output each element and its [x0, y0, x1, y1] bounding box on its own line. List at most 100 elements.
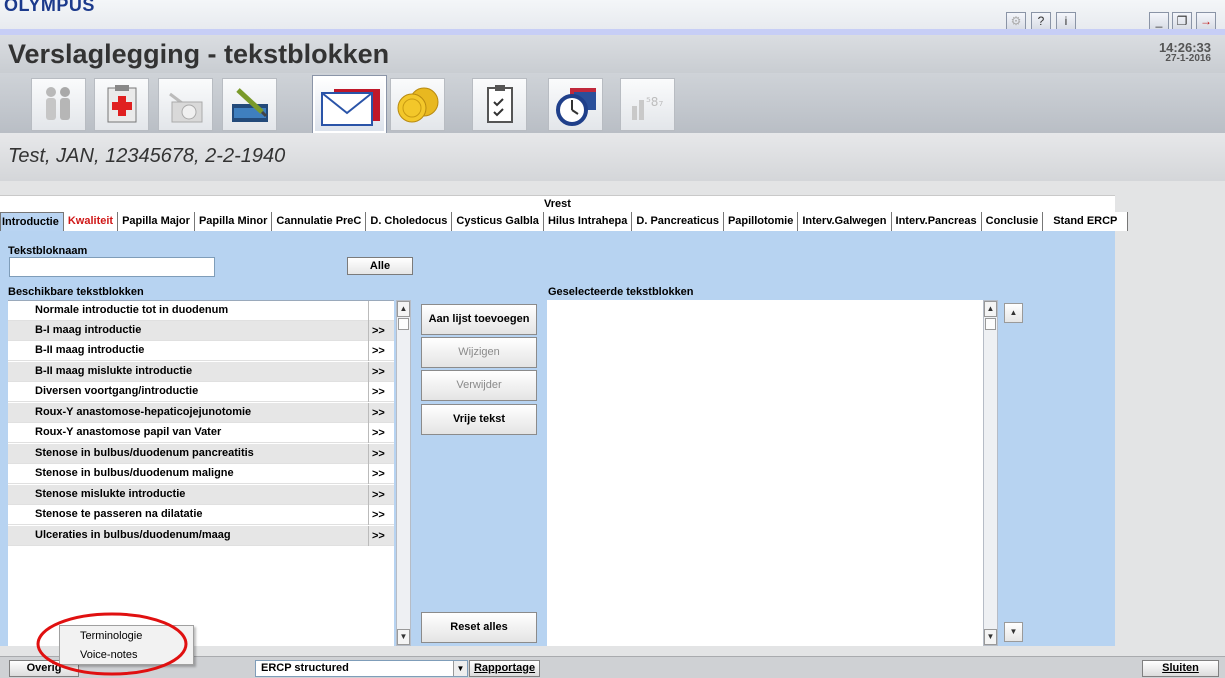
- tab-kwaliteit[interactable]: Kwaliteit: [63, 212, 119, 231]
- module-report[interactable]: [313, 76, 386, 133]
- module-patients[interactable]: [31, 78, 86, 131]
- tab-d-pancreaticus[interactable]: D. Pancreaticus: [632, 212, 724, 231]
- expand-arrow[interactable]: >>: [368, 505, 394, 525]
- list-item-label: Ulceraties in bulbus/duodenum/maag: [35, 529, 231, 541]
- tab-hilus-intrahepa[interactable]: Hilus Intrahepa: [543, 212, 633, 231]
- tab-conclusie[interactable]: Conclusie: [981, 212, 1044, 231]
- list-item-label: Normale introductie tot in duodenum: [35, 304, 229, 316]
- report-type-value: ERCP structured: [261, 662, 349, 674]
- report-type-select[interactable]: ERCP structured ▼: [255, 660, 468, 677]
- name-input[interactable]: [9, 257, 215, 277]
- list-item-label: Roux-Y anastomose papil van Vater: [35, 426, 222, 438]
- module-statistics[interactable]: ⁵8₇: [620, 78, 675, 131]
- tab-stand-ercp[interactable]: Stand ERCP: [1043, 212, 1129, 231]
- scroll-down-icon[interactable]: ▼: [984, 629, 997, 645]
- tab-cannulatie-prec[interactable]: Cannulatie PreC: [272, 212, 367, 231]
- coins-icon: [397, 87, 439, 123]
- chevron-down-icon[interactable]: ▼: [453, 661, 467, 676]
- menu-item-terminologie[interactable]: Terminologie: [80, 630, 142, 642]
- list-item-label: B-II maag mislukte introductie: [35, 365, 193, 377]
- expand-arrow[interactable]: >>: [368, 362, 394, 382]
- edit-button[interactable]: Wijzigen: [421, 337, 537, 368]
- scroll-thumb[interactable]: [985, 318, 996, 330]
- module-medical-record[interactable]: [94, 78, 149, 131]
- list-item[interactable]: B-II maag mislukte introductie >>: [8, 362, 394, 382]
- name-label: Tekstbloknaam: [8, 245, 88, 257]
- sluiten-button[interactable]: Sluiten: [1142, 660, 1219, 677]
- tab-cysticus-galbla[interactable]: Cysticus Galbla: [452, 212, 544, 231]
- checklist-icon: [487, 85, 513, 123]
- clock-date: 27-1-2016: [1165, 53, 1211, 64]
- tab-group-label: Vrest: [544, 198, 571, 210]
- tab-papilla-minor[interactable]: Papilla Minor: [194, 212, 273, 231]
- pen-image-icon: [232, 88, 268, 122]
- list-item[interactable]: Diversen voortgang/introductie >>: [8, 382, 394, 402]
- expand-arrow[interactable]: >>: [368, 403, 394, 423]
- selected-list[interactable]: [547, 300, 983, 646]
- selected-label: Geselecteerde tekstblokken: [548, 286, 694, 298]
- tab-d-choledocus[interactable]: D. Choledocus: [366, 212, 453, 231]
- tab-interv-pancreas[interactable]: Interv.Pancreas: [891, 212, 982, 231]
- add-to-list-button[interactable]: Aan lijst toevoegen: [421, 304, 537, 335]
- report-envelope-icon: [321, 89, 380, 126]
- list-item[interactable]: Stenose te passeren na dilatatie >>: [8, 505, 394, 525]
- list-item[interactable]: Stenose in bulbus/duodenum pancreatitis …: [8, 444, 394, 464]
- selected-scrollbar[interactable]: ▲ ▼: [983, 300, 998, 646]
- expand-arrow[interactable]: >>: [368, 526, 394, 546]
- list-item[interactable]: Roux-Y anastomose-hepaticojejunotomie >>: [8, 403, 394, 423]
- list-item-label: Stenose in bulbus/duodenum maligne: [35, 467, 234, 479]
- tab-introductie[interactable]: Introductie: [0, 212, 64, 232]
- list-item-label: Stenose in bulbus/duodenum pancreatitis: [35, 447, 254, 459]
- list-item-label: Stenose mislukte introductie: [35, 488, 186, 500]
- expand-arrow[interactable]: >>: [368, 423, 394, 443]
- module-archive[interactable]: [548, 78, 603, 131]
- list-item[interactable]: B-I maag introductie >>: [8, 321, 394, 341]
- scroll-thumb[interactable]: [398, 318, 409, 330]
- rapportage-button[interactable]: Rapportage: [469, 660, 540, 677]
- menu-item-voice-notes[interactable]: Voice-notes: [80, 649, 137, 661]
- move-down-button[interactable]: ▼: [1004, 622, 1023, 642]
- tab-papillotomie[interactable]: Papillotomie: [723, 212, 799, 231]
- module-checklist[interactable]: [472, 78, 527, 131]
- folder-clock-icon: [556, 88, 596, 126]
- list-item-label: Stenose te passeren na dilatatie: [35, 508, 203, 520]
- list-item[interactable]: B-II maag introductie >>: [8, 341, 394, 361]
- expand-arrow[interactable]: [368, 301, 394, 321]
- list-item-label: Diversen voortgang/introductie: [35, 385, 199, 397]
- expand-arrow[interactable]: >>: [368, 321, 394, 341]
- list-item[interactable]: Stenose in bulbus/duodenum maligne >>: [8, 464, 394, 484]
- text-blocks-panel: Tekstbloknaam Alle Beschikbare tekstblok…: [0, 231, 1115, 646]
- available-label: Beschikbare tekstblokken: [8, 286, 144, 298]
- list-item-label: Roux-Y anastomose-hepaticojejunotomie: [35, 406, 252, 418]
- available-scrollbar[interactable]: ▲ ▼: [396, 300, 411, 646]
- expand-arrow[interactable]: >>: [368, 382, 394, 402]
- expand-arrow[interactable]: >>: [368, 464, 394, 484]
- scroll-up-icon[interactable]: ▲: [397, 301, 410, 317]
- expand-arrow[interactable]: >>: [368, 485, 394, 505]
- list-item[interactable]: Ulceraties in bulbus/duodenum/maag >>: [8, 526, 394, 546]
- delete-button[interactable]: Verwijder: [421, 370, 537, 401]
- list-item-label: B-I maag introductie: [35, 324, 142, 336]
- tab-row: Introductie Kwaliteit Papilla Major Papi…: [0, 212, 1129, 232]
- module-billing[interactable]: [390, 78, 445, 131]
- scroll-down-icon[interactable]: ▼: [397, 629, 410, 645]
- tab-papilla-major[interactable]: Papilla Major: [118, 212, 195, 231]
- module-camera[interactable]: [158, 78, 213, 131]
- expand-arrow[interactable]: >>: [368, 341, 394, 361]
- expand-arrow[interactable]: >>: [368, 444, 394, 464]
- tab-interv-galwegen[interactable]: Interv.Galwegen: [798, 212, 892, 231]
- move-up-button[interactable]: ▲: [1004, 303, 1023, 323]
- camera-icon: [169, 92, 203, 123]
- list-item[interactable]: Stenose mislukte introductie >>: [8, 485, 394, 505]
- olympus-logo: OLYMPUS: [4, 0, 95, 15]
- reset-all-button[interactable]: Reset alles: [421, 612, 537, 643]
- available-list: Normale introductie tot in duodenum B-I …: [8, 300, 394, 646]
- list-item[interactable]: Roux-Y anastomose papil van Vater >>: [8, 423, 394, 443]
- alle-button[interactable]: Alle: [347, 257, 413, 275]
- page-title: Verslaglegging - tekstblokken: [8, 39, 390, 69]
- scroll-up-icon[interactable]: ▲: [984, 301, 997, 317]
- context-menu: Terminologie Voice-notes: [59, 625, 194, 665]
- free-text-button[interactable]: Vrije tekst: [421, 404, 537, 435]
- list-item[interactable]: Normale introductie tot in duodenum: [8, 301, 394, 321]
- module-image-edit[interactable]: [222, 78, 277, 131]
